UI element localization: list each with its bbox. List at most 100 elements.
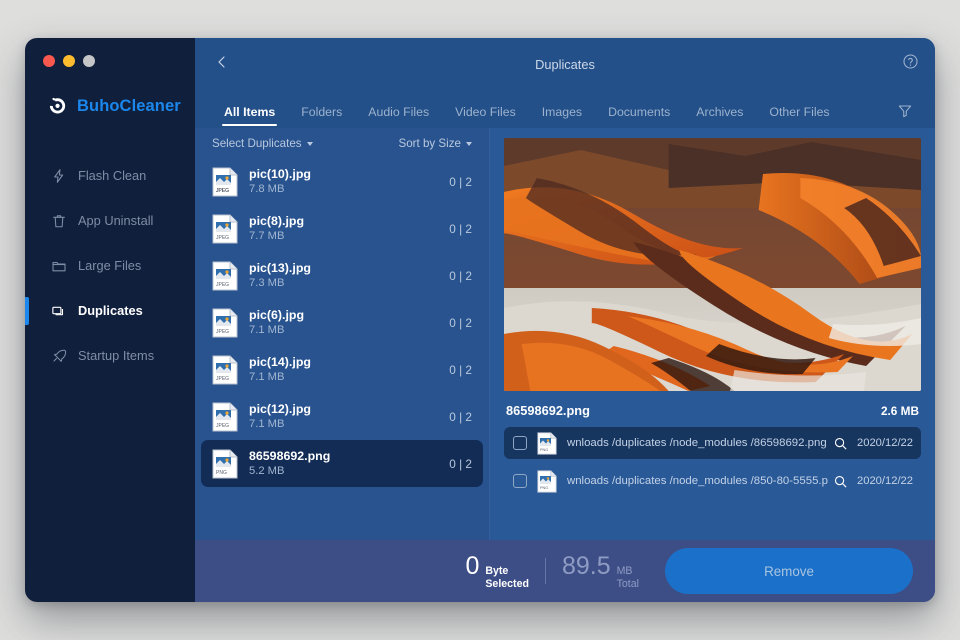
sidebar-item-flash-clean[interactable]: Flash Clean (25, 153, 195, 198)
list-item[interactable]: JPEG pic(8).jpg 7.7 MB 0 | 2 (201, 205, 483, 252)
help-circle-icon (902, 53, 919, 75)
list-item-meta: pic(14).jpg 7.1 MB (249, 355, 441, 385)
list-item[interactable]: JPEG pic(12).jpg 7.1 MB 0 | 2 (201, 393, 483, 440)
duplicate-date: 2020/12/22 (857, 475, 913, 487)
remove-button[interactable]: Remove (665, 548, 913, 594)
file-name: pic(6).jpg (249, 307, 305, 322)
file-name: pic(14).jpg (249, 354, 311, 369)
file-size: 7.8 MB (249, 182, 285, 195)
tab-audio-files[interactable]: Audio Files (355, 105, 442, 128)
tab-label: Documents (608, 105, 671, 119)
magnifier-icon[interactable] (833, 436, 848, 451)
tab-label: Folders (301, 105, 343, 119)
selection-stats: 0 Byte Selected 89.5 MB Total (465, 552, 639, 590)
tab-label: Audio Files (368, 105, 430, 119)
sidebar-item-duplicates[interactable]: Duplicates (25, 288, 195, 333)
jpeg-file-icon: JPEG (212, 308, 238, 338)
list-item-selected[interactable]: PNG 86598692.png 5.2 MB 0 | 2 (201, 440, 483, 487)
file-count: 0 | 2 (449, 456, 472, 471)
duplicate-date: 2020/12/22 (857, 437, 913, 449)
trash-icon (51, 213, 67, 229)
tab-label: Other Files (769, 105, 830, 119)
list-item[interactable]: JPEG pic(6).jpg 7.1 MB 0 | 2 (201, 299, 483, 346)
sidebar-item-app-uninstall[interactable]: App Uninstall (25, 198, 195, 243)
file-count: 0 | 2 (449, 315, 472, 330)
sidebar-item-label: Flash Clean (78, 168, 147, 183)
svg-text:JPEG: JPEG (216, 282, 229, 288)
tab-all-items[interactable]: All Items (211, 105, 288, 128)
file-size: 7.1 MB (249, 417, 285, 430)
list-item-meta: pic(10).jpg 7.8 MB (249, 167, 441, 197)
brand: BuhoCleaner (25, 67, 195, 117)
chevron-down-icon (306, 141, 313, 146)
list-item-meta: pic(8).jpg 7.7 MB (249, 214, 441, 244)
detail-file-name: 86598692.png (506, 403, 590, 418)
select-duplicates-label: Select Duplicates (212, 137, 302, 150)
filter-icon (897, 105, 913, 123)
svg-text:JPEG: JPEG (216, 423, 229, 429)
duplicate-checkbox[interactable] (513, 474, 527, 488)
select-duplicates-dropdown[interactable]: Select Duplicates (212, 137, 313, 150)
filter-button[interactable] (897, 103, 915, 121)
traffic-lights (25, 38, 195, 67)
list-item[interactable]: JPEG pic(13).jpg 7.3 MB 0 | 2 (201, 252, 483, 299)
duplicate-entry-row[interactable]: PNG wnloads /duplicates /node_modules /8… (504, 465, 921, 497)
folder-icon (51, 258, 67, 274)
list-item[interactable]: JPEG pic(14).jpg 7.1 MB 0 | 2 (201, 346, 483, 393)
jpeg-file-icon: JPEG (212, 261, 238, 291)
sort-by-size-dropdown[interactable]: Sort by Size (398, 137, 472, 150)
duplicates-list-pane: Select Duplicates Sort by Size JPEG JPEG… (195, 128, 490, 540)
tab-archives[interactable]: Archives (683, 105, 756, 128)
list-item-meta: 86598692.png 5.2 MB (249, 449, 441, 479)
sidebar-item-startup-items[interactable]: Startup Items (25, 333, 195, 378)
close-button[interactable] (43, 55, 55, 67)
sidebar-item-label: Duplicates (78, 303, 143, 318)
file-list[interactable]: JPEG JPEG pic(10).jpg 7.8 MB 0 | 2 JPEG … (195, 156, 489, 540)
selected-unit: Byte (485, 565, 509, 577)
zoom-button[interactable] (83, 55, 95, 67)
jpeg-file-icon: JPEG (212, 402, 238, 432)
tab-documents[interactable]: Documents (595, 105, 683, 128)
tab-label: All Items (224, 105, 276, 119)
duplicate-entry-row[interactable]: PNG wnloads /duplicates /node_modules /8… (504, 427, 921, 459)
total-value: 89.5 (561, 552, 611, 580)
selected-labels: Byte Selected (485, 565, 529, 590)
tab-other-files[interactable]: Other Files (756, 105, 842, 128)
tab-folders[interactable]: Folders (288, 105, 355, 128)
svg-text:JPEG: JPEG (216, 329, 229, 335)
file-name: 86598692.png (249, 448, 331, 463)
tab-video-files[interactable]: Video Files (442, 105, 529, 128)
tab-images[interactable]: Images (529, 105, 595, 128)
duplicate-checkbox[interactable] (513, 436, 527, 450)
file-count: 0 | 2 (449, 268, 472, 283)
file-size: 5.2 MB (249, 464, 285, 477)
selected-value: 0 (465, 552, 480, 580)
svg-text:JPEG: JPEG (216, 235, 229, 241)
jpeg-file-icon: JPEG (212, 355, 238, 385)
file-count: 0 | 2 (449, 174, 472, 189)
stats-divider (544, 558, 546, 584)
file-size: 7.3 MB (249, 276, 285, 289)
file-name: pic(13).jpg (249, 260, 311, 275)
list-item[interactable]: JPEG JPEG pic(10).jpg 7.8 MB 0 | 2 (201, 158, 483, 205)
footer-bar: 0 Byte Selected 89.5 MB Total Remove (195, 540, 935, 602)
back-button[interactable] (205, 47, 239, 81)
sidebar-item-large-files[interactable]: Large Files (25, 243, 195, 288)
file-size: 7.7 MB (249, 229, 285, 242)
file-name: pic(8).jpg (249, 213, 305, 228)
sidebar-item-label: App Uninstall (78, 213, 154, 228)
minimize-button[interactable] (63, 55, 75, 67)
tab-label: Video Files (455, 105, 516, 119)
buho-logo-icon (47, 95, 69, 117)
magnifier-icon[interactable] (833, 474, 848, 489)
chevron-left-icon (214, 54, 230, 75)
brand-name: BuhoCleaner (77, 96, 181, 115)
file-name: pic(10).jpg (249, 166, 311, 181)
total-label: Total (616, 577, 639, 590)
bolt-icon (51, 168, 67, 184)
sidebar: BuhoCleaner Flash Clean App Uninstall La… (25, 38, 195, 602)
image-preview[interactable] (504, 138, 921, 391)
help-button[interactable] (901, 53, 919, 75)
tab-label: Images (541, 105, 583, 119)
jpeg-file-icon: JPEG (212, 214, 238, 244)
